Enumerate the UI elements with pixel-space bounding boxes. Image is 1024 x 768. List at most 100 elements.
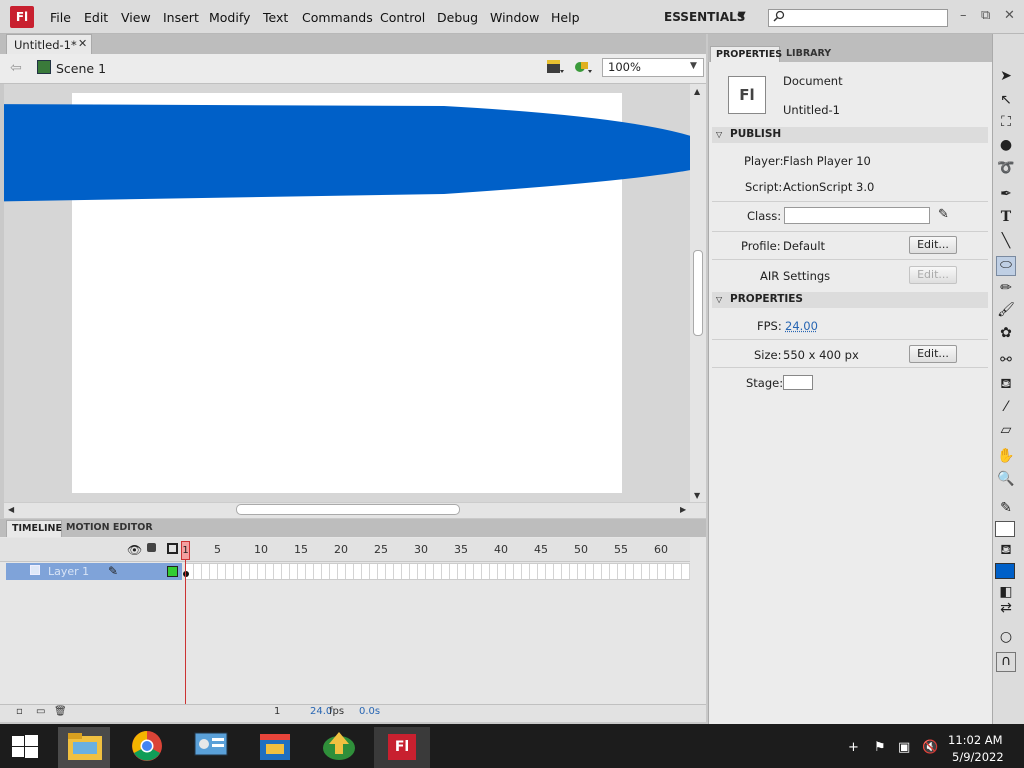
swap-colors-icon[interactable]: ⇄ — [996, 600, 1016, 620]
file-explorer-icon[interactable] — [64, 728, 106, 764]
eye-icon[interactable]: 👁 — [127, 543, 142, 557]
menu-window[interactable]: Window — [490, 10, 539, 25]
clock-date[interactable]: 5/9/2022 — [952, 750, 1004, 764]
menu-edit[interactable]: Edit — [84, 10, 108, 25]
elapsed-time[interactable]: 0.0s — [359, 706, 380, 717]
menu-text[interactable]: Text — [263, 10, 288, 25]
layer-name[interactable]: Layer 1 — [48, 565, 89, 578]
show-hidden-icon[interactable]: + — [848, 740, 859, 755]
oval-tool-icon[interactable]: ⬭ — [996, 256, 1016, 276]
eraser-icon[interactable]: ▱ — [996, 422, 1016, 442]
tab-timeline[interactable]: TIMELINE — [6, 520, 62, 537]
menu-modify[interactable]: Modify — [209, 10, 250, 25]
profile-edit-button[interactable]: Edit... — [909, 236, 957, 254]
edit-scene-icon[interactable] — [546, 59, 564, 75]
stroke-color-swatch[interactable] — [995, 521, 1015, 537]
windows-start-icon[interactable] — [12, 735, 38, 759]
new-folder-icon[interactable]: ▭ — [36, 706, 45, 717]
menu-commands[interactable]: Commands — [302, 10, 373, 25]
snap-icon[interactable]: ∩ — [996, 652, 1016, 672]
properties-section-header[interactable]: PROPERTIES — [712, 292, 988, 308]
flash-taskbar-icon[interactable]: Fl — [388, 734, 416, 760]
search-input[interactable] — [768, 9, 948, 27]
menu-help[interactable]: Help — [551, 10, 580, 25]
scroll-down-icon[interactable]: ▼ — [694, 491, 700, 500]
pen-tool-icon[interactable]: ✒ — [996, 186, 1016, 206]
size-edit-button[interactable]: Edit... — [909, 345, 957, 363]
zoom-tool-icon[interactable]: 🔍 — [996, 471, 1016, 491]
pencil-icon[interactable]: ✎ — [938, 207, 949, 222]
blue-oval-shape[interactable] — [4, 96, 690, 204]
class-input[interactable] — [784, 207, 930, 224]
3d-rotation-icon[interactable]: ● — [996, 137, 1016, 157]
download-manager-icon[interactable] — [318, 728, 360, 764]
keyframe-dot[interactable] — [183, 571, 189, 577]
lasso-icon[interactable]: ➰ — [996, 160, 1016, 180]
horizontal-scroll-thumb[interactable] — [236, 504, 460, 515]
tab-motion-editor[interactable]: MOTION EDITOR — [66, 522, 153, 533]
menu-file[interactable]: File — [50, 10, 71, 25]
current-frame: 1 — [274, 706, 281, 717]
close-icon[interactable]: ✕ — [1004, 8, 1015, 23]
action-center-flag-icon[interactable]: ⚑ — [874, 740, 886, 755]
text-tool-icon[interactable]: T — [996, 209, 1016, 229]
outline-icon[interactable] — [167, 543, 178, 554]
pencil-tool-icon[interactable]: ✏ — [996, 280, 1016, 300]
menu-control[interactable]: Control — [380, 10, 425, 25]
document-tab-label: Untitled-1* — [14, 38, 77, 52]
collapse-icon[interactable]: ▽ — [716, 130, 722, 139]
network-icon[interactable]: ▣ — [898, 740, 910, 755]
subselection-tool-icon[interactable]: ↖ — [996, 92, 1016, 112]
scene-label[interactable]: Scene 1 — [56, 61, 106, 76]
collapse-icon[interactable]: ▽ — [716, 295, 722, 304]
folder-app-icon[interactable] — [254, 728, 296, 764]
volume-muted-icon[interactable]: 🔇 — [922, 740, 938, 755]
vertical-scroll-thumb[interactable] — [693, 250, 703, 336]
eyedropper-icon[interactable]: ⁄ — [996, 399, 1016, 419]
scroll-right-icon[interactable]: ▶ — [680, 505, 686, 514]
tab-library[interactable]: LIBRARY — [786, 48, 831, 59]
fps-label: FPS: — [757, 319, 782, 333]
zoom-select[interactable]: 100% — [602, 58, 704, 77]
object-drawing-icon[interactable]: ○ — [996, 629, 1016, 649]
frames-grid[interactable] — [186, 563, 690, 580]
chevron-down-icon[interactable]: ▼ — [690, 61, 697, 71]
close-tab-icon[interactable]: ✕ — [78, 37, 87, 50]
bone-tool-icon[interactable]: ⚯ — [996, 352, 1016, 372]
restore-icon[interactable]: ⧉ — [981, 8, 990, 23]
trash-icon[interactable]: 🗑 — [54, 706, 67, 717]
publish-section-header[interactable]: PUBLISH — [712, 127, 988, 143]
fps-value[interactable]: 24.00 — [785, 319, 818, 333]
divider — [712, 201, 988, 202]
layer-color-icon[interactable] — [167, 566, 178, 577]
chevron-down-icon[interactable]: ▼ — [738, 10, 746, 21]
air-edit-button[interactable]: Edit... — [909, 266, 957, 284]
menu-insert[interactable]: Insert — [163, 10, 199, 25]
workspace-switcher[interactable]: ESSENTIALS — [664, 10, 745, 24]
selection-tool-icon[interactable]: ➤ — [996, 68, 1016, 88]
chrome-icon[interactable] — [126, 728, 168, 764]
edit-symbols-icon[interactable] — [574, 59, 592, 75]
paint-bucket-icon[interactable]: ⛾ — [996, 376, 1016, 396]
playhead[interactable]: 1 — [181, 541, 190, 560]
clock-time[interactable]: 11:02 AM — [948, 733, 1003, 747]
back-arrow-icon[interactable]: ⇦ — [10, 60, 22, 76]
player-label: Player: — [744, 154, 784, 168]
scroll-up-icon[interactable]: ▲ — [694, 87, 700, 96]
control-panel-icon[interactable] — [190, 728, 232, 764]
free-transform-icon[interactable]: ⛶ — [996, 114, 1016, 134]
scroll-left-icon[interactable]: ◀ — [8, 505, 14, 514]
menu-view[interactable]: View — [121, 10, 151, 25]
brush-tool-icon[interactable]: 🖌 — [996, 302, 1016, 322]
fill-color-swatch[interactable] — [995, 563, 1015, 579]
line-tool-icon[interactable]: ╲ — [996, 233, 1016, 253]
menu-debug[interactable]: Debug — [437, 10, 478, 25]
lock-icon[interactable] — [147, 543, 156, 552]
deco-tool-icon[interactable]: ✿ — [996, 325, 1016, 345]
new-layer-icon[interactable]: ▫ — [16, 706, 23, 717]
stage-color-swatch[interactable] — [783, 375, 813, 390]
hand-tool-icon[interactable]: ✋ — [996, 448, 1016, 468]
minimize-icon[interactable]: – — [960, 8, 967, 23]
tab-properties[interactable]: PROPERTIES — [710, 46, 782, 62]
pencil-icon: ✎ — [108, 564, 119, 578]
